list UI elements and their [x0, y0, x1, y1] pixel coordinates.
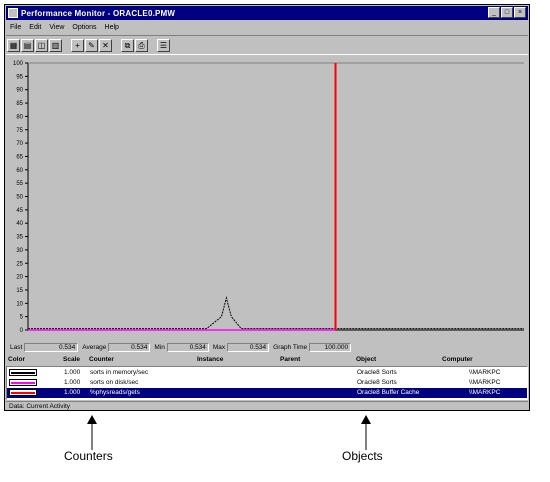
header-color: Color: [8, 356, 25, 363]
y-tick-label: 50: [16, 195, 23, 201]
delete-counter-icon[interactable]: ✕: [99, 38, 112, 52]
graph-time-value: 100.000: [309, 342, 352, 352]
y-tick-label: 60: [16, 168, 23, 174]
options-icon[interactable]: ☰: [157, 38, 170, 52]
legend-row[interactable]: 1.000 sorts on disk/sec Oracle8 Sorts \\…: [7, 378, 527, 388]
header-object: Object: [356, 356, 377, 363]
bookmark-icon[interactable]: ⎙: [135, 38, 148, 52]
row-object: Oracle8 Buffer Cache: [357, 389, 420, 396]
edit-counter-icon[interactable]: ✎: [85, 38, 98, 52]
y-tick-label: 30: [16, 248, 23, 254]
header-parent: Parent: [280, 356, 301, 363]
add-counter-icon[interactable]: +: [71, 38, 84, 52]
color-swatch: [9, 369, 37, 376]
counters-callout: Counters: [64, 449, 113, 463]
toolbar: ▦ ▤ ◫ ▥ + ✎ ✕ ⧉ ⎙ ☰: [6, 35, 528, 55]
close-button[interactable]: ×: [514, 7, 526, 18]
performance-chart: 0 5 10 15 20 25 30 35 40 45 50 55 60 65 70 75 80 85 90 95 10…: [13, 61, 524, 334]
counter-legend: Color Scale Counter Instance Parent Obje…: [6, 355, 528, 401]
y-tick-label: 40: [16, 221, 23, 227]
chart-view-icon[interactable]: ▦: [7, 38, 20, 52]
last-label: Last: [10, 343, 23, 351]
y-tick-label: 100: [13, 61, 24, 67]
last-value: 0.534: [24, 342, 79, 352]
window-controls: _ □ ×: [488, 7, 526, 18]
row-counter: sorts on disk/sec: [90, 379, 139, 386]
title-bar[interactable]: Performance Monitor - ORACLE0.PMW _ □ ×: [6, 6, 528, 20]
header-computer: Computer: [442, 356, 473, 363]
menu-edit[interactable]: Edit: [25, 24, 45, 31]
y-tick-label: 45: [16, 208, 23, 214]
log-view-icon[interactable]: ◫: [35, 38, 48, 52]
legend-header: Color Scale Counter Instance Parent Obje…: [6, 355, 528, 365]
header-scale: Scale: [63, 356, 80, 363]
status-text: Data: Current Activity: [9, 403, 71, 410]
color-swatch: [9, 379, 37, 386]
menu-options[interactable]: Options: [68, 24, 100, 31]
average-label: Average: [82, 343, 107, 351]
objects-callout: Objects: [342, 449, 383, 463]
y-tick-label: 95: [16, 74, 23, 80]
row-scale: 1.000: [64, 369, 81, 376]
graph-time-label: Graph Time: [273, 343, 308, 351]
chart-area: 0 5 10 15 20 25 30 35 40 45 50 55 60 65 70 75 80 85 90 95 10…: [6, 55, 528, 339]
window-title: Performance Monitor - ORACLE0.PMW: [21, 8, 176, 18]
y-tick-label: 70: [16, 141, 23, 147]
y-tick-label: 10: [16, 301, 23, 307]
y-tick-label: 20: [16, 275, 23, 281]
menu-view[interactable]: View: [45, 24, 68, 31]
header-counter: Counter: [89, 356, 114, 363]
min-label: Min: [154, 343, 165, 351]
y-tick-label: 65: [16, 154, 23, 160]
y-tick-label: 55: [16, 181, 23, 187]
app-icon[interactable]: [8, 8, 18, 18]
swatch-line: [11, 382, 35, 384]
y-tick-label: 25: [16, 261, 23, 267]
max-value: 0.534: [227, 342, 270, 352]
legend-row[interactable]: 1.000 sorts in memory/sec Oracle8 Sorts …: [7, 368, 527, 378]
color-swatch: [9, 389, 37, 396]
legend-row-selected[interactable]: 1.000 %physreads/gets Oracle8 Buffer Cac…: [7, 388, 527, 398]
update-now-icon[interactable]: ⧉: [121, 38, 134, 52]
min-value: 0.534: [166, 342, 209, 352]
report-view-icon[interactable]: ▥: [49, 38, 62, 52]
y-tick-label: 15: [16, 288, 23, 294]
status-bar: Data: Current Activity: [6, 401, 528, 412]
y-tick-label: 90: [16, 88, 23, 94]
row-computer: \\MARKPC: [469, 369, 501, 376]
menu-bar: File Edit View Options Help: [6, 21, 528, 34]
legend-list: 1.000 sorts in memory/sec Oracle8 Sorts …: [6, 366, 528, 400]
objects-arrow: [361, 415, 371, 450]
y-tick-label: 80: [16, 114, 23, 120]
row-counter: %physreads/gets: [90, 389, 140, 396]
menu-help[interactable]: Help: [101, 24, 123, 31]
swatch-line: [11, 372, 35, 374]
y-tick-label: 5: [20, 315, 24, 321]
row-computer: \\MARKPC: [469, 379, 501, 386]
counters-arrow: [87, 415, 97, 450]
series-line-0: [28, 296, 524, 330]
average-value: 0.534: [108, 342, 151, 352]
header-instance: Instance: [197, 356, 224, 363]
alert-view-icon[interactable]: ▤: [21, 38, 34, 52]
row-object: Oracle8 Sorts: [357, 369, 397, 376]
minimize-button[interactable]: _: [488, 7, 500, 18]
y-tick-label: 85: [16, 101, 23, 107]
menu-file[interactable]: File: [6, 24, 25, 31]
row-scale: 1.000: [64, 389, 81, 396]
row-computer: \\MARKPC: [469, 389, 501, 396]
y-tick-label: 35: [16, 235, 23, 241]
row-counter: sorts in memory/sec: [90, 369, 149, 376]
stats-bar: Last 0.534 Average 0.534 Min 0.534 Max 0…: [6, 341, 528, 353]
swatch-line: [11, 392, 35, 394]
max-label: Max: [212, 343, 226, 351]
y-tick-label: 0: [20, 328, 24, 334]
perfmon-window: Performance Monitor - ORACLE0.PMW _ □ × …: [4, 4, 530, 411]
y-tick-label: 75: [16, 128, 23, 134]
row-object: Oracle8 Sorts: [357, 379, 397, 386]
maximize-button[interactable]: □: [501, 7, 513, 18]
row-scale: 1.000: [64, 379, 81, 386]
